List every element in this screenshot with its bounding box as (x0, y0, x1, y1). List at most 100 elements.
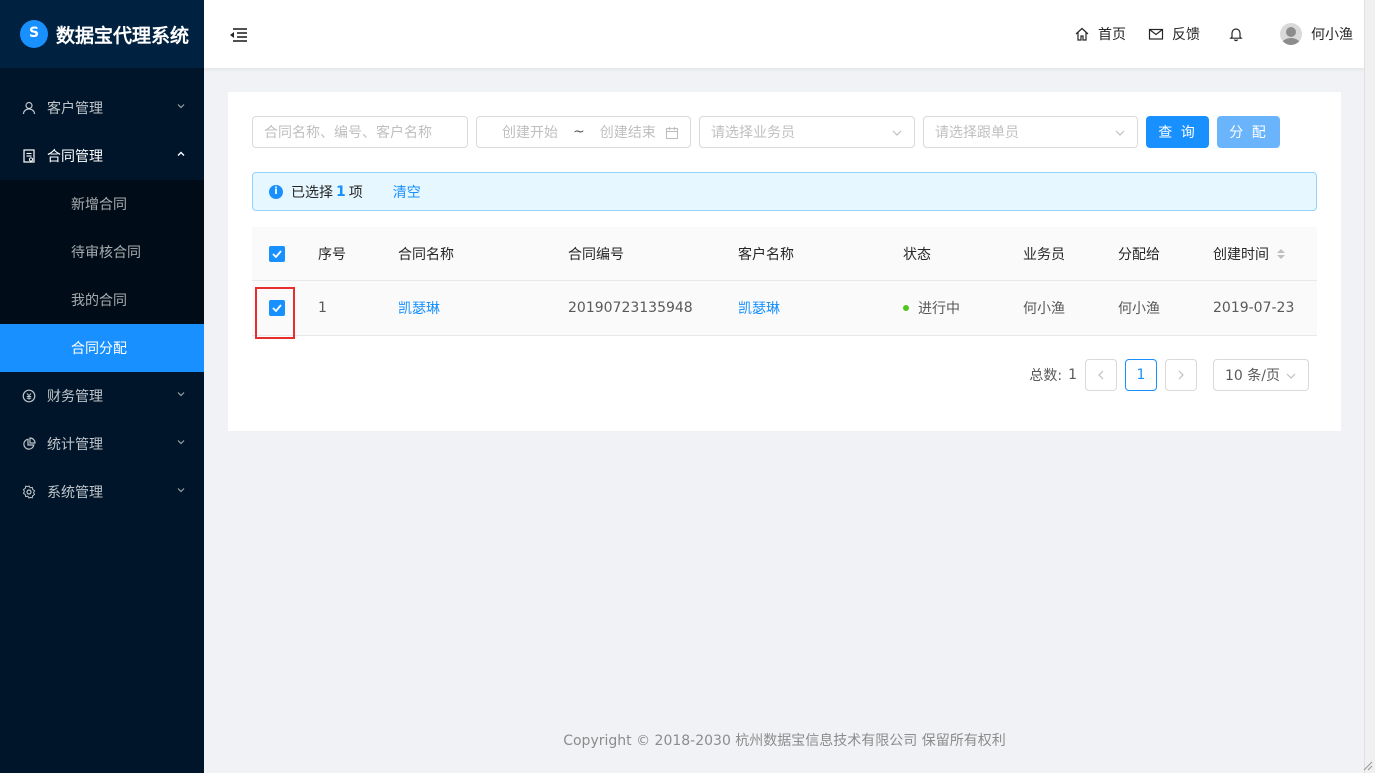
assign-button[interactable]: 分 配 (1217, 116, 1280, 148)
chevron-down-icon (1115, 130, 1125, 136)
resize-grip-icon[interactable] (1361, 759, 1373, 771)
chevron-up-icon (177, 151, 185, 156)
salesman-placeholder: 请选择业务员 (711, 125, 795, 141)
table-header: 序号 合同名称 合同编号 客户名称 状态 业务员 分配给 创建时间 (252, 227, 1317, 281)
search-placeholder: 合同名称、编号、客户名称 (264, 125, 432, 141)
sidebar-item-contract-assignment[interactable]: 合同分配 (0, 324, 204, 372)
sidebar-item-contracts[interactable]: 合同管理 (0, 132, 204, 180)
selection-alert: i 已选择 1 项 清空 (252, 172, 1317, 211)
sidebar-item-finance[interactable]: 财务管理 (0, 372, 204, 420)
sidebar-item-statistics[interactable]: 统计管理 (0, 420, 204, 468)
sidebar-item-label: 客户管理 (47, 101, 103, 117)
sidebar-item-my-contracts[interactable]: 我的合同 (0, 276, 204, 324)
user-menu[interactable]: 何小渔 (1280, 23, 1353, 45)
date-end-placeholder: 创建结束 (599, 125, 656, 141)
content-card: 合同名称、编号、客户名称 创建开始 ~ 创建结束 请选择业务员 请选择跟单员 查… (228, 92, 1341, 431)
column-header-contract-no: 合同编号 (568, 246, 624, 263)
column-header-status: 状态 (903, 246, 931, 263)
sort-icon[interactable] (1277, 248, 1285, 259)
date-range-picker[interactable]: 创建开始 ~ 创建结束 (476, 116, 691, 148)
page-button-current[interactable]: 1 (1125, 359, 1157, 391)
sidebar: 数据宝代理系统 客户管理 合同管理 新增合同 待审核合同 我的合同 合同分配 (0, 0, 204, 773)
finance-icon (22, 389, 36, 403)
app-title: 数据宝代理系统 (56, 24, 190, 47)
copyright-text: 2018-2030 杭州数据宝信息技术有限公司 保留所有权利 (654, 733, 1006, 749)
row-checkbox[interactable] (269, 281, 285, 335)
window-scrollbar[interactable] (1364, 0, 1375, 773)
home-link[interactable]: 首页 (1074, 24, 1126, 44)
header-actions: 首页 反馈 何小渔 (1052, 0, 1353, 68)
sidebar-item-label: 财务管理 (47, 389, 103, 405)
cell-salesman: 何小渔 (1023, 301, 1065, 317)
query-button[interactable]: 查 询 (1146, 116, 1209, 148)
sidebar-item-label: 系统管理 (47, 485, 103, 501)
prev-page-button[interactable] (1085, 359, 1117, 391)
calendar-icon (665, 127, 679, 140)
sidebar-menu: 客户管理 合同管理 新增合同 待审核合同 我的合同 合同分配 财务管理 统计管理… (0, 84, 204, 516)
column-header-assigned-to: 分配给 (1118, 246, 1160, 263)
top-header: 首页 反馈 何小渔 (204, 0, 1365, 68)
selection-prefix: 已选择 (291, 184, 333, 201)
chevron-down-icon (177, 104, 185, 109)
sidebar-item-customers[interactable]: 客户管理 (0, 84, 204, 132)
chevron-left-icon (1098, 370, 1104, 380)
contract-icon (22, 149, 36, 163)
status-dot (903, 305, 909, 311)
selection-count: 1 (336, 183, 346, 200)
home-icon (1075, 27, 1089, 41)
feedback-label: 反馈 (1172, 27, 1200, 43)
date-separator: ~ (573, 124, 585, 140)
bell-icon (1229, 28, 1243, 42)
notification-button[interactable] (1228, 26, 1252, 42)
check-icon (272, 249, 282, 258)
sidebar-item-new-contract[interactable]: 新增合同 (0, 180, 204, 228)
chevron-down-icon (177, 488, 185, 493)
sidebar-item-pending-contracts[interactable]: 待审核合同 (0, 228, 204, 276)
sidebar-item-system[interactable]: 系统管理 (0, 468, 204, 516)
next-page-button[interactable] (1165, 359, 1197, 391)
chevron-down-icon (177, 392, 185, 397)
pagination: 总数: 1 1 10 条/页 (1029, 359, 1309, 391)
chevron-right-icon (1178, 370, 1184, 380)
cell-contract-no: 20190723135948 (568, 300, 693, 316)
user-icon (22, 101, 36, 115)
table-row[interactable]: 1 凯瑟琳 20190723135948 凯瑟琳 进行中 何小渔 何小渔 201… (252, 281, 1317, 336)
copyright-label: Copyright (563, 733, 632, 749)
column-header-index: 序号 (318, 246, 346, 263)
contracts-table: 序号 合同名称 合同编号 客户名称 状态 业务员 分配给 创建时间 1 凯瑟琳 … (252, 227, 1317, 336)
feedback-link[interactable]: 反馈 (1148, 24, 1200, 44)
page-footer: Copyright © 2018-2030 杭州数据宝信息技术有限公司 保留所有… (204, 730, 1365, 750)
select-all-checkbox[interactable] (269, 227, 285, 280)
follower-placeholder: 请选择跟单员 (935, 125, 1019, 141)
checkbox[interactable] (269, 245, 285, 262)
status-label: 进行中 (918, 301, 960, 317)
date-start-placeholder: 创建开始 (502, 125, 558, 141)
follower-select[interactable]: 请选择跟单员 (923, 116, 1138, 148)
app-logo[interactable]: 数据宝代理系统 (0, 0, 204, 68)
clear-selection-link[interactable]: 清空 (393, 182, 421, 202)
menu-fold-icon[interactable] (228, 27, 248, 43)
column-header-created[interactable]: 创建时间 (1213, 227, 1285, 280)
column-header-customer: 客户名称 (738, 246, 794, 263)
copyright-icon: © (636, 733, 651, 749)
cell-customer-link[interactable]: 凯瑟琳 (738, 281, 780, 335)
chevron-down-icon (892, 130, 902, 136)
search-input[interactable]: 合同名称、编号、客户名称 (252, 116, 468, 148)
cell-contract-name-link[interactable]: 凯瑟琳 (398, 281, 440, 335)
chevron-down-icon (1286, 373, 1296, 379)
page-size-select[interactable]: 10 条/页 (1213, 359, 1309, 391)
total-label: 总数: (1029, 368, 1063, 384)
info-icon: i (269, 184, 283, 199)
chevron-down-icon (177, 440, 185, 445)
column-header-contract-name: 合同名称 (398, 246, 454, 263)
check-icon (272, 304, 282, 312)
salesman-select[interactable]: 请选择业务员 (699, 116, 915, 148)
sidebar-item-label: 合同管理 (47, 149, 103, 165)
cell-index: 1 (318, 300, 327, 316)
sidebar-item-label: 统计管理 (47, 437, 103, 453)
mail-icon (1148, 28, 1164, 40)
checkbox[interactable] (269, 300, 285, 316)
cell-created: 2019-07-23 (1213, 300, 1295, 316)
username: 何小渔 (1311, 27, 1353, 43)
contracts-submenu: 新增合同 待审核合同 我的合同 合同分配 (0, 180, 204, 372)
